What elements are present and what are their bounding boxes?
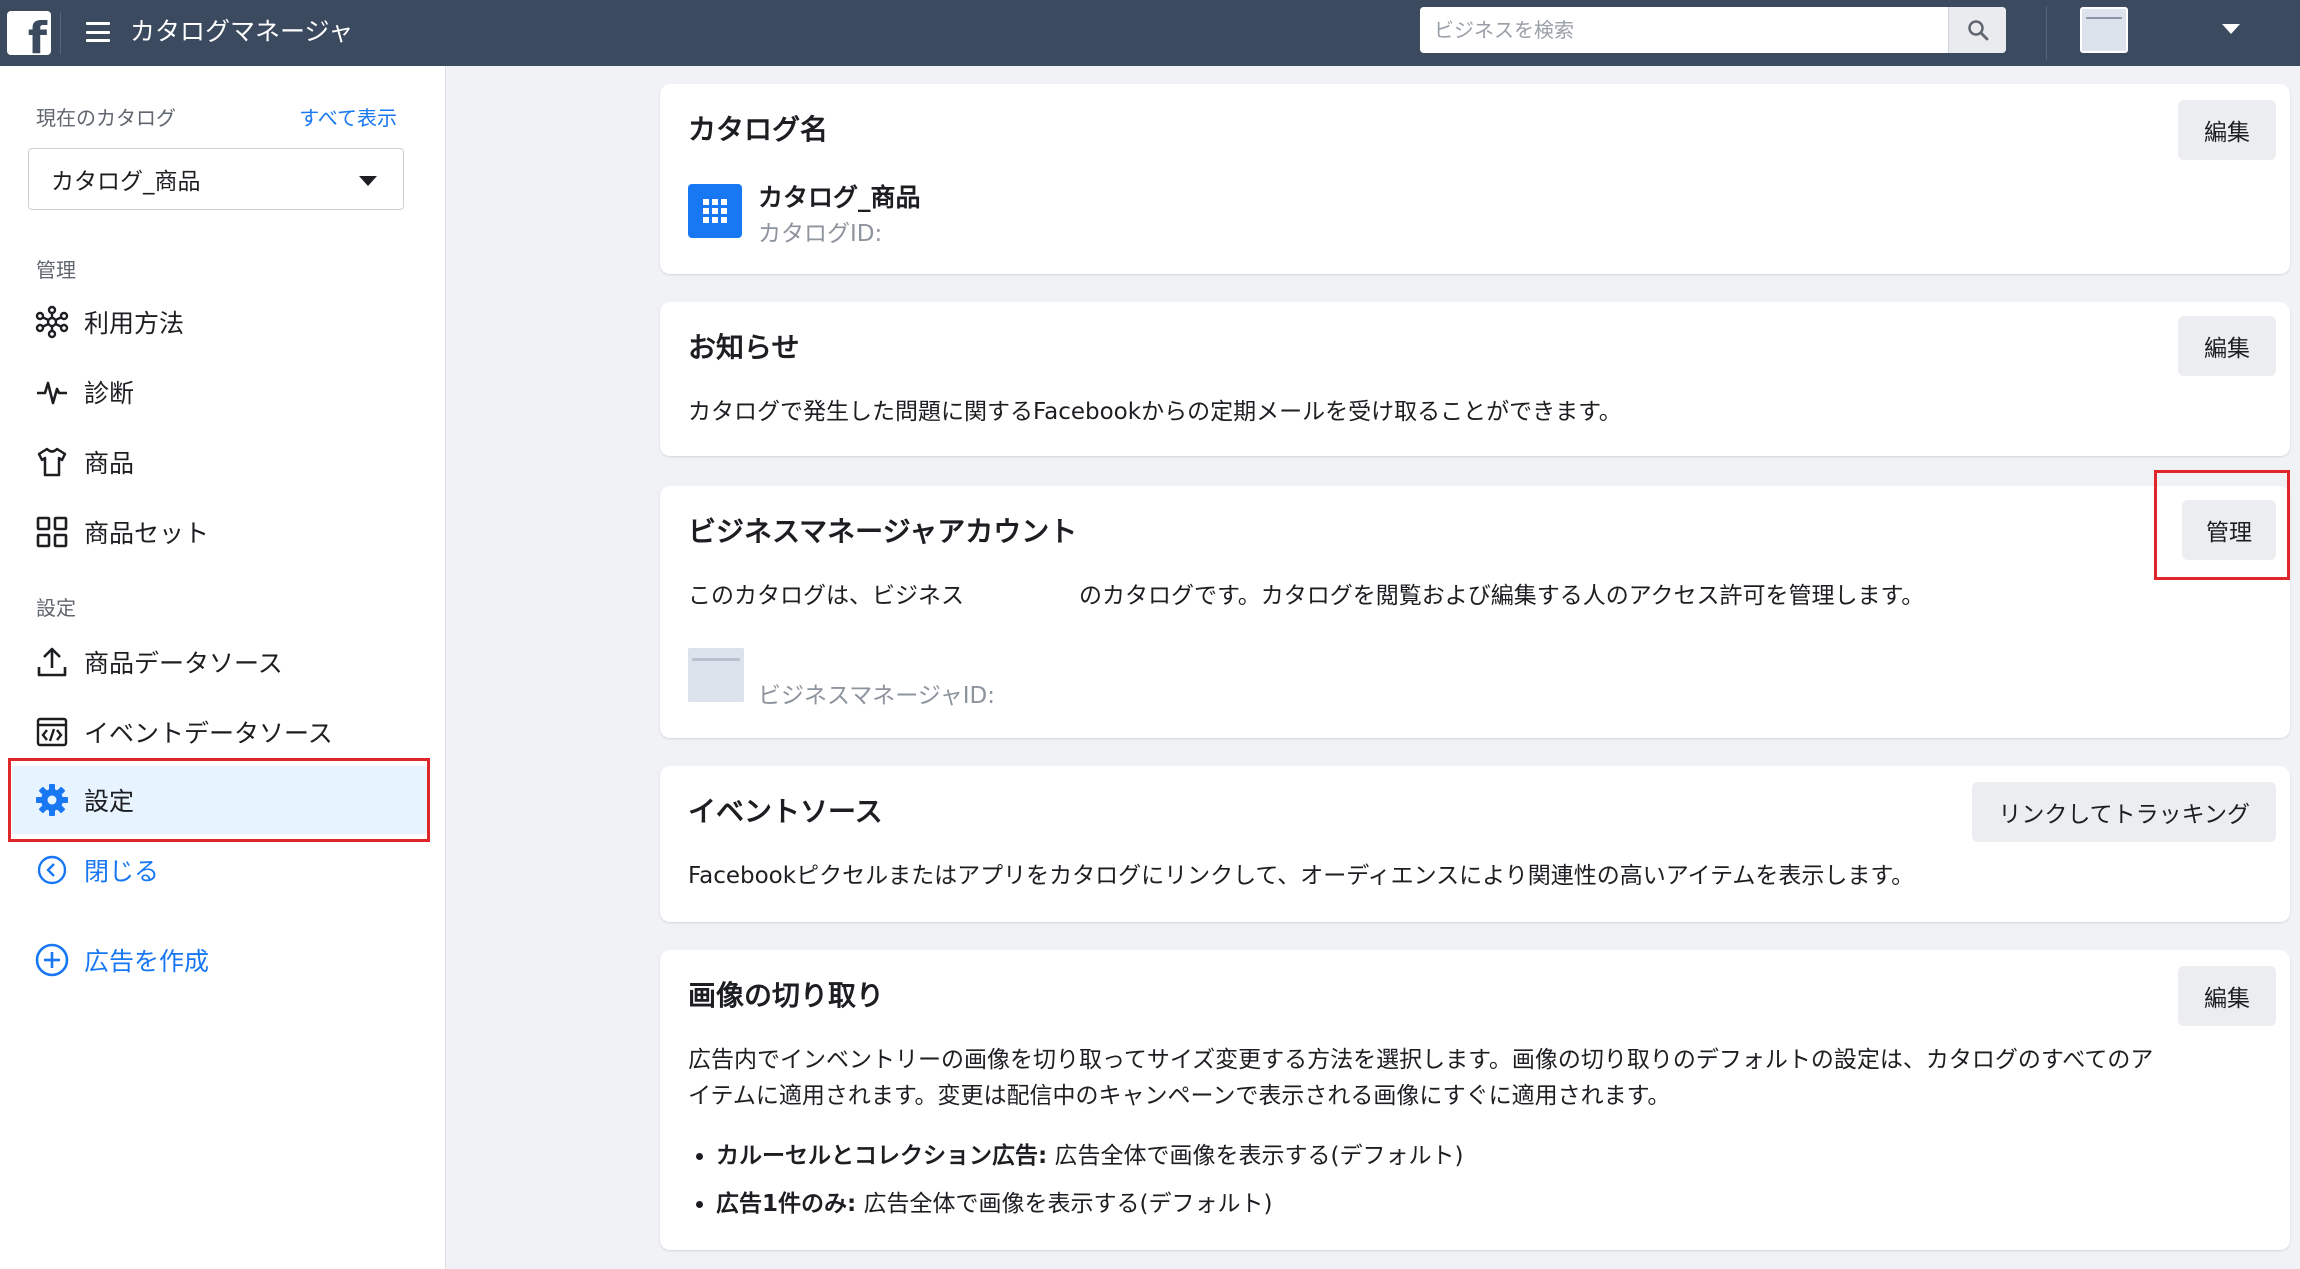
divider (60, 12, 61, 54)
shirt-icon (34, 444, 70, 480)
catalog-grid-icon (688, 184, 742, 238)
upload-icon (34, 644, 70, 680)
catalog-name: カタログ_商品 (758, 183, 921, 212)
business-text: このカタログは、ビジネス のカタログです。カタログを閲覧および編集する人のアクセ… (688, 583, 1925, 609)
business-manager-card: ビジネスマネージャアカウント 管理 このカタログは、ビジネス のカタログです。カ… (660, 486, 2290, 738)
card-title: お知らせ (688, 331, 800, 364)
sidebar-item-create-ad[interactable]: 広告を作成 (12, 926, 428, 994)
sidebar: 現在のカタログ すべて表示 カタログ_商品 管理 利用方法 診断 商品 商品セッ… (0, 66, 446, 1269)
top-bar: f カタログマネージャ (0, 0, 2300, 66)
sidebar-item-settings[interactable]: 設定 (12, 766, 428, 834)
crop-bullet-list: カルーセルとコレクション広告: 広告全体で画像を表示する(デフォルト) 広告1件… (716, 1132, 1463, 1228)
business-avatar[interactable] (2080, 7, 2128, 53)
code-window-icon (34, 714, 70, 750)
facebook-logo[interactable]: f (0, 0, 58, 66)
sidebar-item-label: 診断 (84, 379, 135, 408)
chevron-down-icon[interactable] (2222, 24, 2240, 34)
edit-button[interactable]: 編集 (2178, 100, 2276, 160)
card-title: 画像の切り取り (688, 979, 885, 1012)
edit-button[interactable]: 編集 (2178, 316, 2276, 376)
section-settings: 設定 (36, 596, 76, 620)
manage-button[interactable]: 管理 (2182, 500, 2276, 560)
sidebar-item-product-sets[interactable]: 商品セット (12, 498, 428, 566)
business-icon (688, 648, 744, 702)
logo-letter: f (27, 13, 47, 56)
list-item: カルーセルとコレクション広告: 広告全体で画像を表示する(デフォルト) (716, 1132, 1463, 1180)
catalog-select-value: カタログ_商品 (51, 169, 201, 195)
app-title: カタログマネージャ (130, 17, 354, 46)
notice-text: カタログで発生した問題に関するFacebookからの定期メールを受け取ることがで… (688, 399, 1622, 425)
crop-text-line-2: イテムに適用されます。変更は配信中のキャンペーンで表示される画像にすぐに適用され… (688, 1083, 1671, 1109)
business-search (1420, 7, 2006, 53)
search-button[interactable] (1948, 7, 2006, 53)
sidebar-item-event-data-sources[interactable]: イベントデータソース (12, 698, 428, 766)
sidebar-item-label: 商品データソース (84, 649, 283, 678)
sidebar-item-label: 商品 (84, 449, 135, 478)
sidebar-item-label: 利用方法 (84, 309, 185, 338)
menu-icon[interactable] (86, 22, 110, 42)
show-all-link[interactable]: すべて表示 (299, 102, 397, 131)
notification-card: お知らせ 編集 カタログで発生した問題に関するFacebookからの定期メールを… (660, 302, 2290, 456)
card-title: ビジネスマネージャアカウント (688, 515, 1078, 548)
event-source-card: イベントソース リンクしてトラッキング Facebookピクセルまたはアプリをカ… (660, 766, 2290, 922)
link-tracking-button[interactable]: リンクしてトラッキング (1972, 782, 2276, 842)
sidebar-item-how-to-use[interactable]: 利用方法 (12, 288, 428, 356)
plus-circle-icon (34, 942, 70, 978)
section-manage: 管理 (36, 258, 76, 282)
card-title: イベントソース (688, 795, 883, 828)
sidebar-item-label: 商品セット (84, 519, 210, 548)
card-title: カタログ名 (688, 113, 829, 146)
caret-down-icon (359, 176, 377, 186)
sidebar-item-product-data-sources[interactable]: 商品データソース (12, 628, 428, 696)
crop-text-line-1: 広告内でインベントリーの画像を切り取ってサイズ変更する方法を選択します。画像の切… (688, 1047, 2154, 1073)
sidebar-item-label: 設定 (84, 787, 135, 816)
network-icon (34, 304, 70, 340)
divider (2046, 6, 2047, 60)
search-icon (1967, 20, 1988, 41)
gear-icon (34, 782, 70, 818)
sidebar-item-diagnostics[interactable]: 診断 (12, 358, 428, 426)
catalog-name-card: カタログ名 編集 カタログ_商品 カタログID: (660, 84, 2290, 274)
list-item: 広告1件のみ: 広告全体で画像を表示する(デフォルト) (716, 1180, 1463, 1228)
image-crop-card: 画像の切り取り 編集 広告内でインベントリーの画像を切り取ってサイズ変更する方法… (660, 950, 2290, 1250)
catalog-id-label: カタログID: (758, 221, 883, 247)
grid-icon (34, 514, 70, 550)
sidebar-item-close[interactable]: 閉じる (12, 836, 428, 904)
sidebar-item-label: 閉じる (84, 857, 160, 886)
edit-button[interactable]: 編集 (2178, 966, 2276, 1026)
sidebar-item-label: 広告を作成 (84, 947, 210, 976)
event-text: Facebookピクセルまたはアプリをカタログにリンクして、オーディエンスにより… (688, 863, 1915, 889)
business-id-label: ビジネスマネージャID: (758, 683, 995, 709)
chevron-left-circle-icon (34, 852, 70, 888)
sidebar-item-products[interactable]: 商品 (12, 428, 428, 496)
catalog-select[interactable]: カタログ_商品 (28, 148, 404, 210)
search-input[interactable] (1420, 7, 1948, 53)
pulse-icon (34, 374, 70, 410)
current-catalog-label: 現在のカタログ (36, 106, 176, 130)
sidebar-item-label: イベントデータソース (84, 719, 333, 748)
